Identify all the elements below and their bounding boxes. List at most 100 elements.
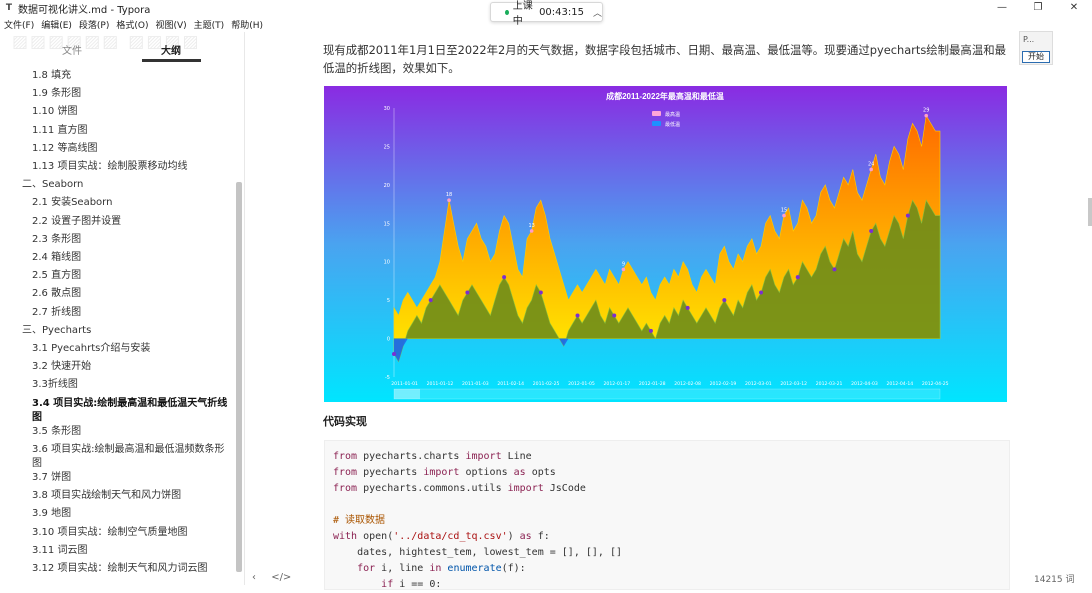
- outline-item[interactable]: 1.13 项目实战：绘制股票移动均线: [32, 157, 187, 172]
- outline-item[interactable]: 2.1 安装Seaborn: [32, 193, 112, 208]
- outline-item[interactable]: 2.7 折线图: [32, 303, 81, 318]
- x-tick-label: 2012-04-14: [887, 381, 914, 387]
- close-button[interactable]: ✕: [1056, 0, 1092, 16]
- code-token: as: [513, 467, 526, 478]
- y-tick-label: 20: [384, 183, 390, 189]
- code-token: i, line: [375, 563, 430, 574]
- outline-item[interactable]: 1.11 直方图: [32, 121, 87, 136]
- outline-item[interactable]: 3.7 饼图: [32, 468, 71, 483]
- lowest-point-marker: [612, 313, 617, 318]
- x-tick-label: 2012-03-01: [745, 381, 772, 387]
- maximize-button[interactable]: ❐: [1020, 0, 1056, 16]
- sidebar-scrollbar[interactable]: [236, 182, 242, 572]
- lowest-point-marker: [759, 290, 764, 295]
- sidebar: ▨▨▨▨▨▨ ▨▨▨▨ 文件 大纲 1.8 填充 1.9 条形图 1.10 饼图 1.…: [0, 32, 245, 585]
- outline-item[interactable]: 2.6 散点图: [32, 284, 81, 299]
- highest-point-marker: [782, 213, 786, 218]
- code-token: pyecharts.commons.utils: [357, 483, 508, 494]
- code-token: as: [519, 531, 532, 542]
- outline-item[interactable]: 3.11 词云图: [32, 541, 87, 556]
- tab-outline[interactable]: 大纲: [161, 42, 181, 57]
- x-tick-label: 2012-02-08: [674, 381, 701, 387]
- x-tick-label: 2012-01-05: [568, 381, 595, 387]
- code-token: (f):: [501, 563, 526, 574]
- meeting-status-pill[interactable]: 上课中 00:43:15 ︿: [490, 1, 603, 27]
- code-token: f:: [531, 531, 550, 542]
- x-tick-label: 2011-02-25: [533, 381, 560, 387]
- menu-help[interactable]: 帮助(H): [231, 18, 263, 31]
- code-token: JsCode: [543, 483, 586, 494]
- outline-item[interactable]: 二、Seaborn: [22, 175, 83, 190]
- outline-item[interactable]: 三、Pyecharts: [22, 321, 91, 336]
- data-label: 24: [868, 161, 874, 167]
- outline-item[interactable]: 3.6 项目实战:绘制最高温和最低温频数条形: [32, 440, 224, 455]
- editor-scrollbar[interactable]: [1088, 198, 1092, 226]
- y-tick-label: 30: [384, 106, 390, 112]
- code-heading: 代码实现: [323, 415, 367, 428]
- chevron-up-icon[interactable]: ︿: [593, 6, 602, 19]
- outline-item[interactable]: 3.8 项目实战绘制天气和风力饼图: [32, 486, 181, 501]
- code-line: with open('../data/cd_tq.csv') as f:: [333, 529, 1009, 545]
- start-button[interactable]: 开始: [1022, 51, 1050, 63]
- data-label: 15: [781, 208, 787, 214]
- outline-item[interactable]: 1.12 等高线图: [32, 139, 97, 154]
- data-label: 13: [528, 223, 534, 229]
- outline-item[interactable]: 1.8 填充: [32, 66, 71, 81]
- code-token: options: [459, 467, 514, 478]
- code-token: with: [333, 531, 358, 542]
- lowest-point-marker: [795, 275, 800, 280]
- meeting-timer: 00:43:15: [539, 6, 584, 18]
- sidebar-tabs: 文件 大纲: [0, 32, 245, 65]
- menu-file[interactable]: 文件(F): [4, 18, 34, 31]
- outline-item[interactable]: 2.3 条形图: [32, 230, 81, 245]
- menu-paragraph[interactable]: 段落(P): [79, 18, 109, 31]
- outline-item[interactable]: 1.10 饼图: [32, 102, 77, 117]
- minimize-button[interactable]: —: [984, 0, 1020, 16]
- code-token: # 读取数据: [333, 515, 386, 526]
- menu-bar: 文件(F) 编辑(E) 段落(P) 格式(O) 视图(V) 主题(T) 帮助(H…: [0, 16, 266, 32]
- code-token: from: [333, 467, 358, 478]
- menu-edit[interactable]: 编辑(E): [41, 18, 72, 31]
- outline-item[interactable]: 图: [32, 454, 42, 469]
- outline-item[interactable]: 3.4 项目实战:绘制最高温和最低温天气折线: [32, 394, 227, 409]
- legend-swatch: [652, 121, 661, 126]
- code-line: for i, line in enumerate(f):: [333, 561, 1009, 577]
- x-tick-label: 2011-01-01: [391, 381, 418, 387]
- outline-item[interactable]: 1.9 条形图: [32, 84, 81, 99]
- word-count[interactable]: 14215 词: [1034, 572, 1075, 585]
- outline-item[interactable]: 2.4 箱线图: [32, 248, 81, 263]
- outline-item[interactable]: 图: [32, 408, 42, 423]
- menu-theme[interactable]: 主题(T): [194, 18, 225, 31]
- active-tab-indicator: [142, 59, 201, 62]
- floating-widget: P... 开始: [1019, 31, 1053, 65]
- code-line: dates, hightest_tem, lowest_tem = [], []…: [333, 545, 1009, 561]
- menu-format[interactable]: 格式(O): [116, 18, 148, 31]
- outline-item[interactable]: 2.2 设置子图并设置: [32, 212, 121, 227]
- meeting-status-text: 上课中: [512, 1, 533, 27]
- lowest-point-marker: [575, 313, 580, 318]
- y-tick-label: 5: [387, 298, 390, 304]
- highest-point-marker: [621, 267, 626, 272]
- code-token: from: [333, 451, 358, 462]
- outline-item[interactable]: 3.9 地图: [32, 504, 71, 519]
- outline-item[interactable]: 3.1 Pyecahrts介绍与安装: [32, 339, 150, 354]
- data-label: 9: [622, 261, 625, 267]
- tab-files[interactable]: 文件: [62, 42, 82, 57]
- outline-item[interactable]: 3.10 项目实战：绘制空气质量地图: [32, 523, 187, 538]
- code-line: from pyecharts.commons.utils import JsCo…: [333, 481, 1009, 497]
- x-tick-label: 2011-02-14: [497, 381, 524, 387]
- window-title: 数据可视化讲义.md - Typora: [18, 4, 151, 16]
- outline-item[interactable]: 3.12 项目实战：绘制天气和风力词云图: [32, 559, 207, 574]
- lowest-point-marker: [869, 228, 874, 233]
- outline-item[interactable]: 2.5 直方图: [32, 266, 81, 281]
- outline-item[interactable]: 3.3折线图: [32, 375, 78, 390]
- code-token: import: [423, 467, 460, 478]
- data-label: 29: [923, 108, 929, 114]
- outline-item[interactable]: 3.2 快速开始: [32, 357, 91, 372]
- menu-view[interactable]: 视图(V): [155, 18, 186, 31]
- y-tick-label: 10: [384, 260, 390, 266]
- code-block[interactable]: from pyecharts.charts import Line from py…: [324, 440, 1010, 590]
- outline-item[interactable]: 3.5 条形图: [32, 422, 81, 437]
- lowest-point-marker: [722, 298, 727, 303]
